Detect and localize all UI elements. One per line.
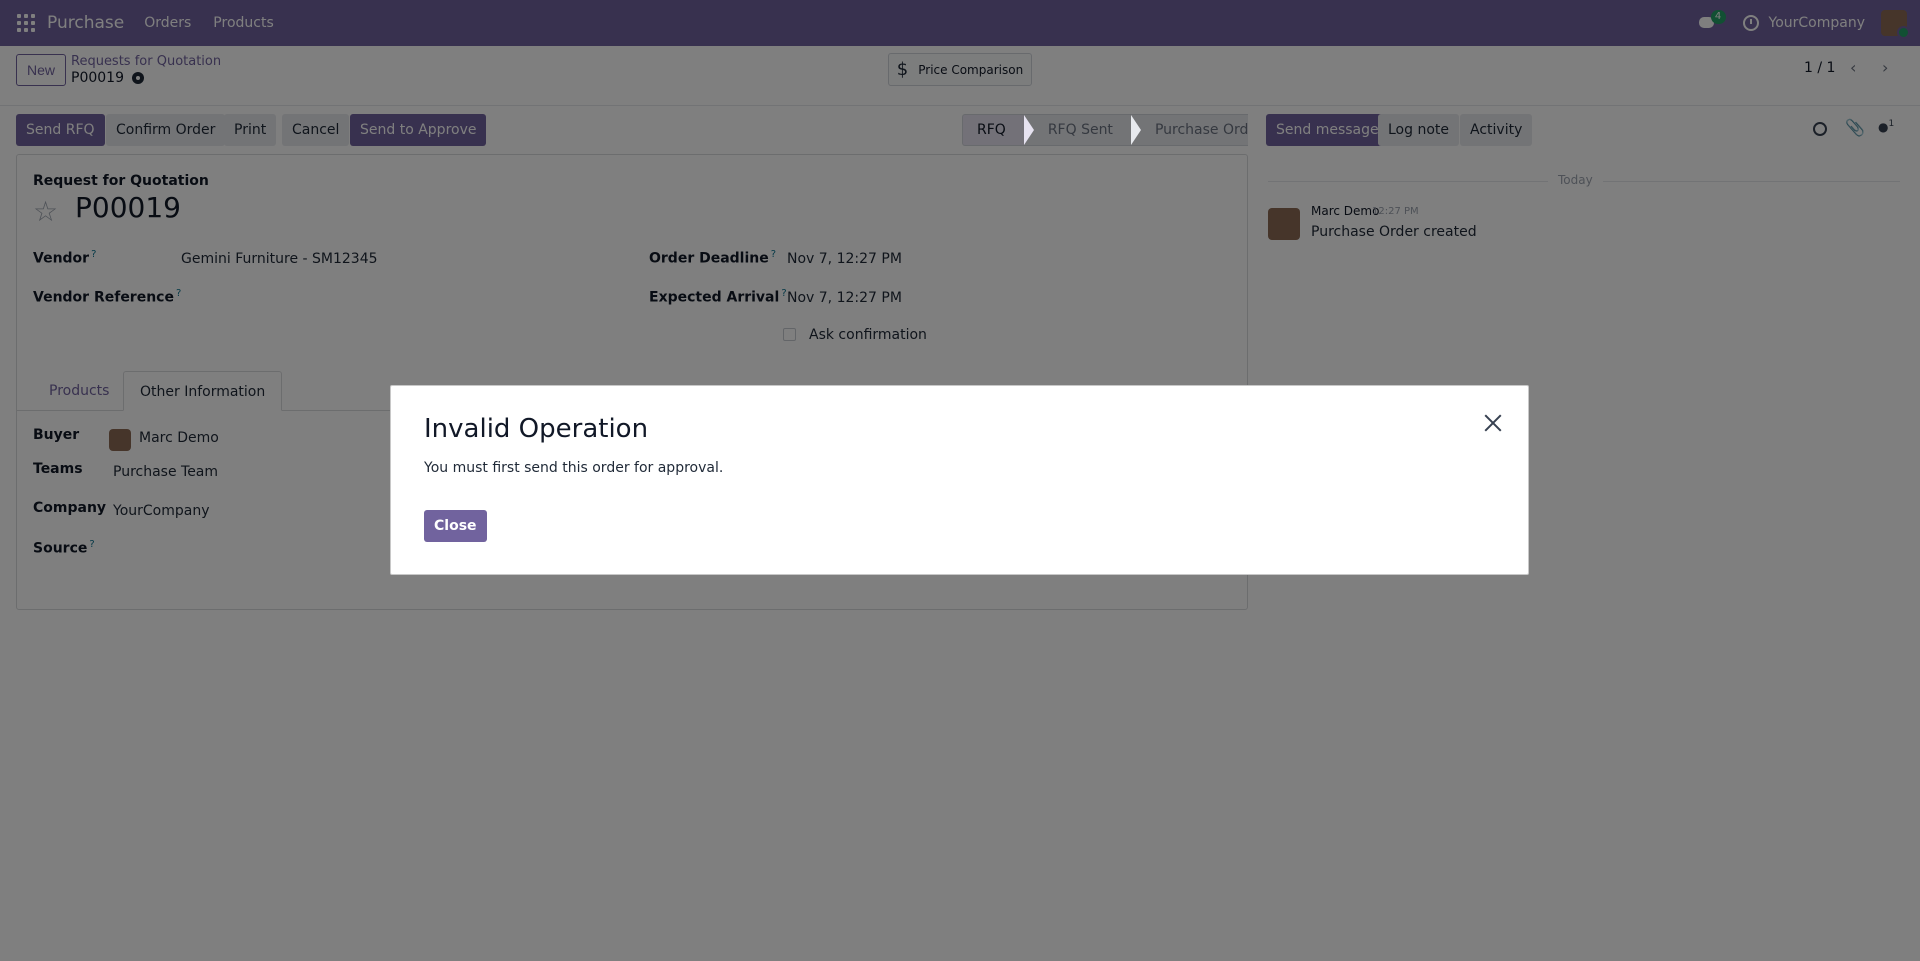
close-icon[interactable]: [1482, 412, 1504, 434]
close-button[interactable]: Close: [424, 510, 487, 542]
dialog-title: Invalid Operation: [424, 414, 649, 444]
invalid-operation-dialog: Invalid Operation You must first send th…: [390, 385, 1529, 575]
dialog-message: You must first send this order for appro…: [424, 460, 724, 476]
